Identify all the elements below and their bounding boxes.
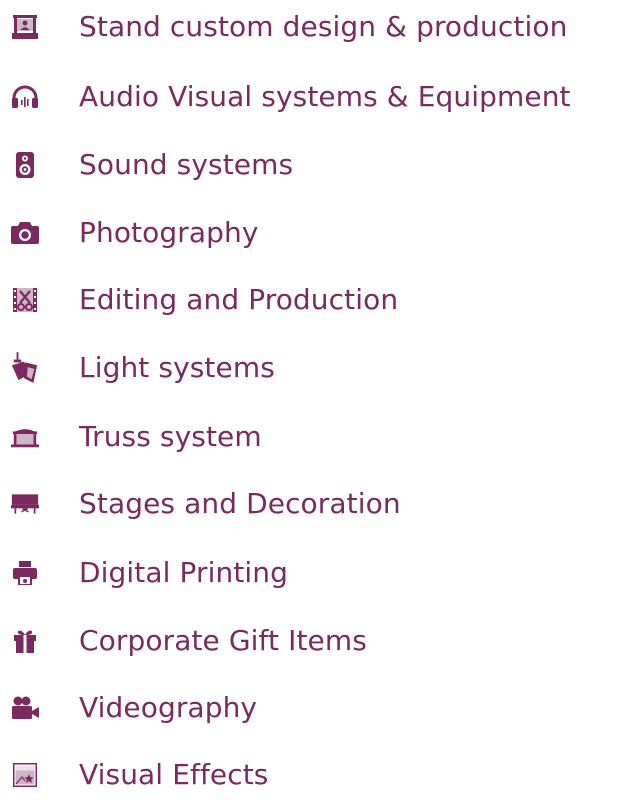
service-label: Photography [79,216,259,249]
service-item-stages: Stages and Decoration [0,479,618,529]
film-scissors-icon [11,286,39,314]
truss-stage-icon [11,423,39,451]
service-item-sound-systems: Sound systems [0,140,618,190]
service-item-visual-effects: Visual Effects [0,750,618,800]
stage-platform-icon [11,490,39,518]
service-label: Sound systems [79,148,294,181]
service-label: Audio Visual systems & Equipment [79,80,571,113]
gift-icon [11,627,39,655]
services-list: Stand custom design & production Audio V… [0,0,618,799]
service-item-digital-printing: Digital Printing [0,548,618,598]
service-label: Corporate Gift Items [79,624,367,657]
booth-icon [11,13,39,41]
service-label: Truss system [79,420,262,453]
service-label: Editing and Production [79,283,399,316]
service-label: Visual Effects [79,758,269,791]
headphones-icon [11,83,39,111]
service-label: Videography [79,691,258,724]
service-item-videography: Videography [0,683,618,733]
service-item-editing: Editing and Production [0,275,618,325]
service-label: Digital Printing [79,556,289,589]
video-camera-icon [11,694,39,722]
service-item-gift-items: Corporate Gift Items [0,616,618,666]
spotlight-icon [11,352,39,383]
speaker-icon [11,151,39,179]
service-item-audio-visual: Audio Visual systems & Equipment [0,72,618,122]
service-item-photography: Photography [0,208,618,258]
service-label: Stages and Decoration [79,487,401,520]
visual-effects-icon [11,761,39,789]
service-label: Stand custom design & production [79,10,568,43]
service-label: Light systems [79,351,275,384]
service-item-truss-system: Truss system [0,412,618,462]
printer-icon [11,559,39,587]
camera-icon [11,219,39,247]
service-item-light-systems: Light systems [0,343,618,393]
service-item-stand-design: Stand custom design & production [0,2,618,52]
